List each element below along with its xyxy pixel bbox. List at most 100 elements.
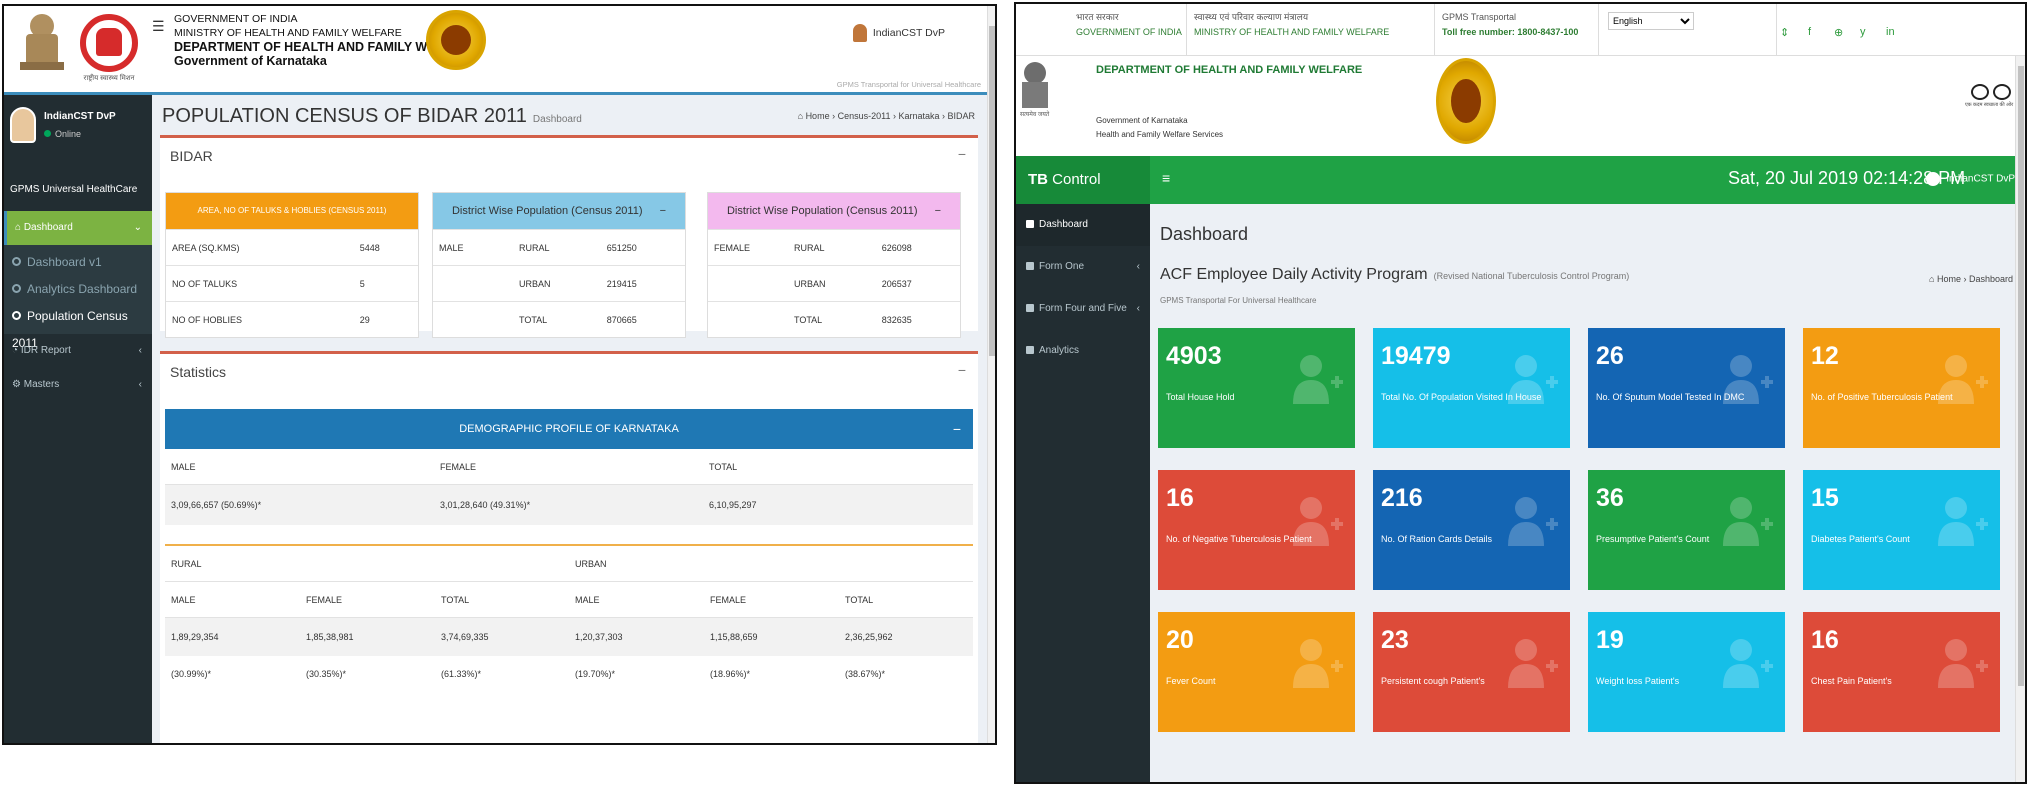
gov-india: भारत सरकार GOVERNMENT OF INDIA [1076,12,1182,37]
stat-value: 16 [1811,626,1839,654]
submenu-analytics-dashboard[interactable]: Analytics Dashboard [4,276,152,303]
stat-value: 36 [1596,484,1624,512]
circle-icon [12,284,21,293]
sidebar-item-analytics[interactable]: Analytics [1016,330,1150,372]
national-emblem-icon: सत्यमेव जयते [1020,62,1050,118]
stat-value: 4903 [1166,342,1222,370]
user-icon [1508,497,1558,546]
collapse-icon[interactable]: − [953,409,961,449]
stat-tile[interactable]: 4903 Total House Hold [1158,328,1355,448]
user-menu[interactable]: IndianCST DvP [852,24,945,42]
stat-tile[interactable]: 36 Presumptive Patient's Count [1588,470,1785,590]
avatar [1926,172,1941,186]
form-icon [1026,262,1034,271]
stat-tile[interactable]: 26 No. Of Sputum Model Tested In DMC [1588,328,1785,448]
avatar [852,24,867,42]
scrollbar-thumb[interactable] [989,26,995,356]
facebook-icon[interactable]: f [1808,26,1811,38]
sidebar-item-form-four-five[interactable]: Form Four and Five ‹ [1016,288,1150,330]
user-menu[interactable]: IndianCST DvP [1926,172,2015,186]
submenu-dashboard-v1[interactable]: Dashboard v1 [4,249,152,276]
circle-icon [12,311,21,320]
app-brand[interactable]: TB Control Program [1016,156,1150,236]
demographic-values: 3,09,66,657 (50.69%)* 3,01,28,640 (49.31… [165,485,973,525]
menu-toggle-icon[interactable]: ≡ [1162,170,1170,186]
stat-tile[interactable]: 12 No. of Positive Tuberculosis Patient [1803,328,2000,448]
home-icon: ⌂ [797,111,804,121]
scroll-toggle-icon[interactable]: ⇕ [1780,26,1789,39]
collapse-icon[interactable]: − [660,205,666,217]
sidebar-user-panel: IndianCST DvP Online [4,95,152,161]
online-status: Online [44,129,81,139]
stat-value: 20 [1166,626,1194,654]
stat-tile[interactable]: 19 Weight loss Patient's [1588,612,1785,732]
user-name: IndianCST DvP [872,26,945,39]
stat-tile[interactable]: 20 Fever Count [1158,612,1355,732]
chevron-left-icon: ‹ [1136,303,1140,314]
dashboard-submenu: Dashboard v1 Analytics Dashboard Populat… [4,245,152,350]
female-table: FEMALE RURAL 626098 URBAN 206537 TOTAL 83263… [708,229,960,338]
pie-chart-icon [1723,355,1773,404]
program-caption: GPMS Transportal For Universal Healthcar… [1160,296,1317,305]
gear-icon: ⚙ [12,379,21,390]
female-population-card: District Wise Population (Census 2011) −… [707,192,961,338]
top-strip: भारत सरकार GOVERNMENT OF INDIA स्वास्थ्य … [1016,4,2025,56]
area-table: AREA (SQ.KMS) 5448 NO OF TALUKS 5 NO OF HO… [166,229,418,338]
stat-tile[interactable]: 16 No. of Negative Tuberculosis Patient [1158,470,1355,590]
main-content: Dashboard ACF Employee Daily Activity Pr… [1150,204,2025,782]
breadcrumb-karnataka[interactable]: Karnataka [898,111,939,121]
home-icon [1293,355,1343,404]
top-header: राष्ट्रीय स्वास्थ्य मिशन ☰ GOVERNMENT OF… [4,6,995,95]
language-select[interactable]: English [1608,12,1694,30]
stat-value: 19479 [1381,342,1451,370]
demographic-header: DEMOGRAPHIC PROFILE OF KARNATAKA − [165,409,973,449]
male-card-header: District Wise Population (Census 2011) − [433,193,685,229]
stat-tile[interactable]: 216 No. Of Ration Cards Details [1373,470,1570,590]
program-subheading: (Revised National Tuberculosis Control P… [1433,271,1630,281]
collapse-icon[interactable]: − [958,362,966,378]
scrollbar[interactable] [987,6,995,743]
national-emblem-icon [20,14,64,74]
stat-tile[interactable]: 19479 Total No. Of Population Visited In … [1373,328,1570,448]
sidebar-item-dashboard[interactable]: ⌂ Dashboard ⌄ [4,211,152,245]
menu-toggle-icon[interactable]: ☰ [152,18,165,35]
stat-tile[interactable]: 15 Diabetes Patient's Count [1803,470,2000,590]
ministry: स्वास्थ्य एवं परिवार कल्याण मंत्रालय MINI… [1194,12,1390,37]
scrollbar[interactable] [2015,56,2025,782]
sidebar-item-dashboard[interactable]: Dashboard [1016,204,1150,246]
bar-chart-icon [1026,346,1034,355]
table-row: MALE RURAL 651250 [433,229,685,266]
sidebar-item-form-one[interactable]: Form One ‹ [1016,246,1150,288]
rural-urban-table: RURAL URBAN MALE FEMALE TOTAL MALE FEMAL… [165,544,973,743]
breadcrumb-census[interactable]: Census-2011 [838,111,891,121]
sidebar-item-idr-report[interactable]: ◔ IDR Report ‹ [4,334,152,368]
linkedin-icon[interactable]: in [1886,26,1895,38]
submenu-population-census[interactable]: Population Census 2011 [4,303,152,350]
breadcrumb-home[interactable]: Home [806,111,830,121]
instagram-icon[interactable]: ⊕ [1834,26,1843,39]
top-navbar: TB Control Program ≡ Sat, 20 Jul 2019 02… [1016,156,2025,236]
breadcrumb-dashboard: Dashboard [1968,274,2013,284]
scrollbar-thumb[interactable] [2018,66,2024,686]
stat-tile[interactable]: 23 Persistent cough Patient's [1373,612,1570,732]
sidebar-item-masters[interactable]: ⚙ Masters ‹ [4,368,152,402]
stat-tile[interactable]: 16 Chest Pain Patient's [1803,612,2000,732]
karnataka-seal-icon [1436,58,1496,144]
department-subtitle: Government of Karnataka Health and Family… [1096,116,1224,139]
twitter-icon[interactable]: y [1860,26,1866,38]
breadcrumb: ⌂ Home › Dashboard [1929,274,2013,284]
collapse-icon[interactable]: − [935,205,941,217]
stat-value: 216 [1381,484,1423,512]
circle-icon [12,257,21,266]
hospital-icon [1293,497,1343,546]
bolt-icon [1938,355,1988,404]
page-title: Dashboard [1160,224,1249,244]
bidar-box: BIDAR − AREA, NO OF TALUKS & HOBLIES (CE… [160,135,978,338]
collapse-icon[interactable]: − [958,146,966,162]
breadcrumb-home[interactable]: Home [1937,274,1961,284]
dashboard-icon: ⌂ [15,222,22,233]
tollfree-number: Toll free number: 1800-8437-100 [1442,27,1579,37]
avatar [10,107,36,143]
male-population-card: District Wise Population (Census 2011) −… [432,192,686,338]
box-title: BIDAR [170,148,213,164]
